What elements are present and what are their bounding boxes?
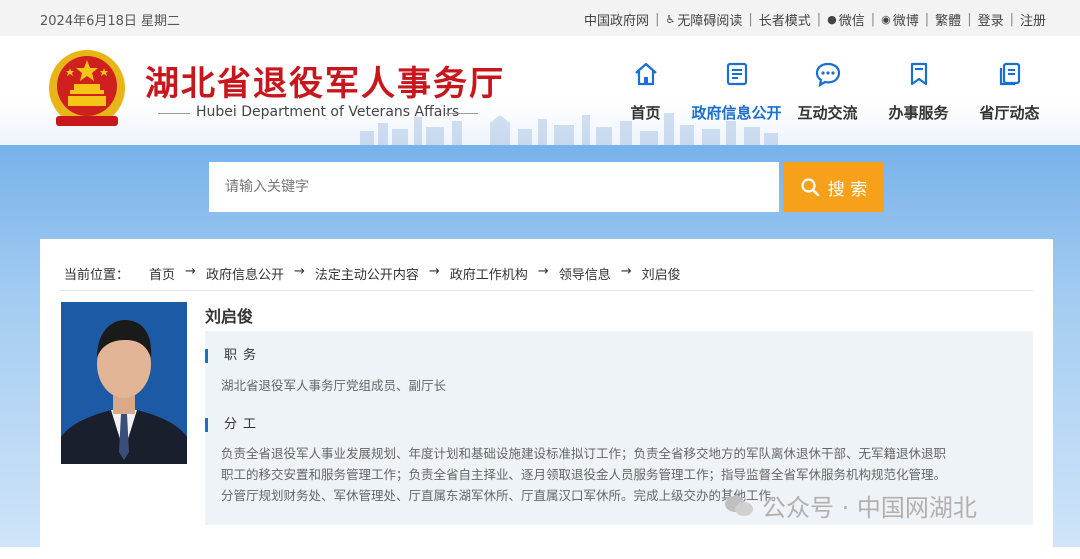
nav-item-services[interactable]: 办事服务 [873, 58, 964, 123]
breadcrumb-item-leaders[interactable]: 领导信息 [559, 264, 611, 283]
chat-icon [782, 58, 873, 90]
nav-item-interaction[interactable]: 互动交流 [782, 58, 873, 123]
site-title: 湖北省退役军人事务厅 [145, 64, 505, 104]
section-title-position: 职务 [205, 349, 262, 363]
nav-label: 首页 [630, 104, 661, 122]
link-register[interactable]: 注册 [1020, 10, 1046, 29]
wechat-logo-icon [725, 495, 753, 516]
bookmark-icon [873, 58, 964, 90]
link-elder-mode[interactable]: 长者模式 [759, 10, 811, 29]
profile-photo [61, 302, 187, 464]
wechat-icon: ● [827, 13, 837, 26]
watermark: 公众号 · 中国网湖北 [724, 488, 977, 523]
weibo-icon: ◉ [881, 13, 891, 26]
link-wechat[interactable]: 微信 [839, 10, 865, 29]
nav-label: 省厅动态 [979, 104, 1040, 122]
nav-label: 办事服务 [888, 104, 949, 122]
breadcrumb-label: 当前位置： [64, 268, 130, 283]
national-emblem-logo [49, 50, 125, 126]
arrow-right-icon: → [537, 264, 549, 279]
nav-item-dept-news[interactable]: 省厅动态 [964, 58, 1055, 123]
profile-name: 刘启俊 [205, 307, 254, 326]
nav-label: 互动交流 [797, 104, 858, 122]
accessibility-icon: ♿ [665, 13, 676, 26]
watermark-text: 公众号 · 中国网湖北 [762, 494, 977, 522]
current-date: 2024年6月18日 星期二 [40, 14, 181, 29]
title-decoration-line [446, 113, 478, 114]
nav-label: 政府信息公开 [691, 104, 782, 122]
arrow-right-icon: → [293, 264, 305, 279]
duties-line: 职工的移交安置和服务管理工作；负责全省自主择业、逐月领取退役金人员服务管理工作；… [221, 467, 947, 482]
search-button[interactable]: 搜 索 [783, 162, 884, 212]
top-links: 中国政府网 | ♿ 无障碍阅读 | 长者模式 | ● 微信 | ◉ 微博 | 繁… [584, 10, 1046, 29]
document-icon [691, 58, 782, 90]
arrow-right-icon: → [185, 264, 196, 279]
arrow-right-icon: → [620, 264, 632, 279]
breadcrumb-item-statutory[interactable]: 法定主动公开内容 [315, 264, 419, 283]
duties-line: 负责全省退役军人事业发展规划、年度计划和基础设施建设标准拟订工作；负责全省移交地… [221, 446, 947, 461]
link-traditional-chinese[interactable]: 繁體 [935, 10, 961, 29]
main-nav: 首页 政府信息公开 互动交流 办事服务 省厅动态 [600, 58, 1055, 123]
top-bar: 2024年6月18日 星期二 中国政府网 | ♿ 无障碍阅读 | 长者模式 | … [0, 0, 1080, 36]
arrow-right-icon: → [428, 264, 440, 279]
news-icon [964, 58, 1055, 90]
section-title-duties: 分工 [205, 418, 262, 432]
home-icon [600, 58, 691, 90]
site-subtitle: Hubei Department of Veterans Affairs [196, 104, 460, 120]
breadcrumb: 当前位置： 首页 → 政府信息公开 → 法定主动公开内容 → 政府工作机构 → … [64, 264, 681, 283]
breadcrumb-item-current: 刘启俊 [641, 268, 681, 283]
link-weibo[interactable]: 微博 [893, 10, 919, 29]
nav-item-gov-info[interactable]: 政府信息公开 [691, 58, 782, 123]
search-icon [801, 178, 819, 197]
link-login[interactable]: 登录 [978, 10, 1004, 29]
breadcrumb-item-agencies[interactable]: 政府工作机构 [450, 264, 528, 283]
position-text: 湖北省退役军人事务厅党组成员、副厅长 [221, 378, 447, 393]
breadcrumb-item-gov-info[interactable]: 政府信息公开 [206, 264, 284, 283]
divider [60, 290, 1033, 291]
link-gov-portal[interactable]: 中国政府网 [584, 10, 649, 29]
search-input[interactable] [209, 162, 779, 212]
title-decoration-line [158, 113, 190, 114]
link-accessible-reading[interactable]: 无障碍阅读 [677, 10, 742, 29]
search-button-label: 搜 索 [827, 179, 868, 200]
nav-item-home[interactable]: 首页 [600, 58, 691, 123]
breadcrumb-item-home[interactable]: 首页 [149, 264, 175, 283]
site-header: 湖北省退役军人事务厅 Hubei Department of Veterans … [0, 36, 1080, 145]
